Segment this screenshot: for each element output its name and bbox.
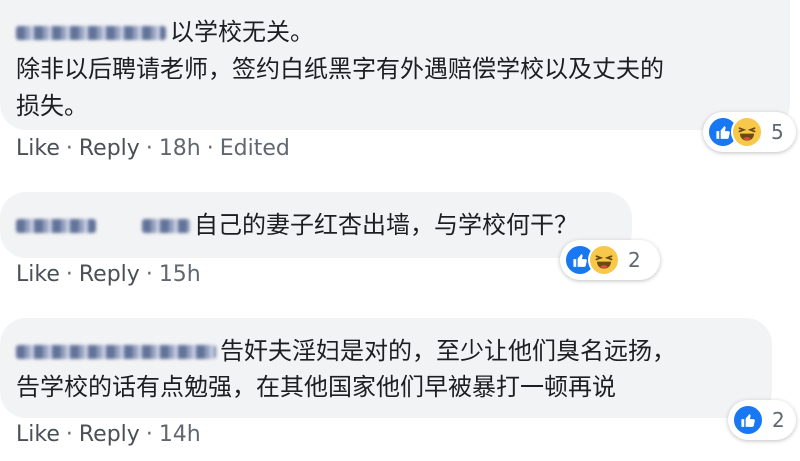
like-link[interactable]: Like [16, 422, 60, 447]
separator-dot: · [145, 262, 153, 287]
reaction-count: 2 [772, 408, 785, 432]
comment-text: 告奸夫淫妇是对的，至少让他们臭名远扬， [220, 337, 676, 365]
comment-text: 告学校的话有点勉强，在其他国家他们早被暴打一顿再说 [16, 373, 616, 401]
comment-text: 损失。 [16, 92, 88, 120]
reply-link[interactable]: Reply [79, 262, 140, 287]
separator-dot: · [65, 136, 73, 161]
comment-actions-1: Like · Reply · 18h · Edited [16, 136, 290, 161]
timestamp[interactable]: 18h [159, 136, 201, 161]
commenter-name-blurred[interactable] [16, 219, 96, 233]
haha-icon [588, 244, 620, 276]
like-icon [732, 404, 764, 436]
separator-dot: · [206, 136, 214, 161]
like-link[interactable]: Like [16, 262, 60, 287]
separator-dot: · [65, 262, 73, 287]
comment-line: 告奸夫淫妇是对的，至少让他们臭名远扬， [16, 334, 676, 368]
comment-actions-3: Like · Reply · 14h [16, 422, 201, 447]
separator-dot: · [65, 422, 73, 447]
like-link[interactable]: Like [16, 136, 60, 161]
comment-bubble-2: 自己的妻子红杏出墙，与学校何干？ [0, 192, 632, 258]
reactions-summary-1[interactable]: 5 [703, 112, 796, 152]
commenter-name-blurred[interactable] [142, 219, 190, 233]
timestamp[interactable]: 14h [159, 422, 201, 447]
comment-text: 除非以后聘请老师，签约白纸黑字有外遇赔偿学校以及丈夫的 [16, 55, 664, 83]
reactions-summary-2[interactable]: 2 [560, 240, 660, 280]
comment-text: 以学校无关。 [170, 18, 314, 46]
commenter-name-blurred[interactable] [16, 345, 216, 359]
comment-text: 自己的妻子红杏出墙，与学校何干？ [194, 211, 578, 239]
comment-line: 自己的妻子红杏出墙，与学校何干？ [16, 208, 578, 242]
reactions-summary-3[interactable]: 2 [728, 400, 796, 440]
comment-actions-2: Like · Reply · 15h [16, 262, 201, 287]
reply-link[interactable]: Reply [79, 422, 140, 447]
reaction-count: 2 [628, 248, 641, 272]
commenter-name-blurred[interactable] [16, 26, 166, 40]
edited-label[interactable]: Edited [220, 136, 290, 161]
reply-link[interactable]: Reply [79, 136, 140, 161]
separator-dot: · [145, 136, 153, 161]
separator-dot: · [145, 422, 153, 447]
haha-icon [731, 116, 763, 148]
comment-line: 以学校无关。 [16, 15, 314, 49]
reaction-count: 5 [771, 120, 784, 144]
comment-bubble-1: 以学校无关。 除非以后聘请老师，签约白纸黑字有外遇赔偿学校以及丈夫的 损失。 [0, 0, 790, 130]
comment-bubble-3: 告奸夫淫妇是对的，至少让他们臭名远扬， 告学校的话有点勉强，在其他国家他们早被暴… [0, 318, 772, 418]
timestamp[interactable]: 15h [159, 262, 201, 287]
